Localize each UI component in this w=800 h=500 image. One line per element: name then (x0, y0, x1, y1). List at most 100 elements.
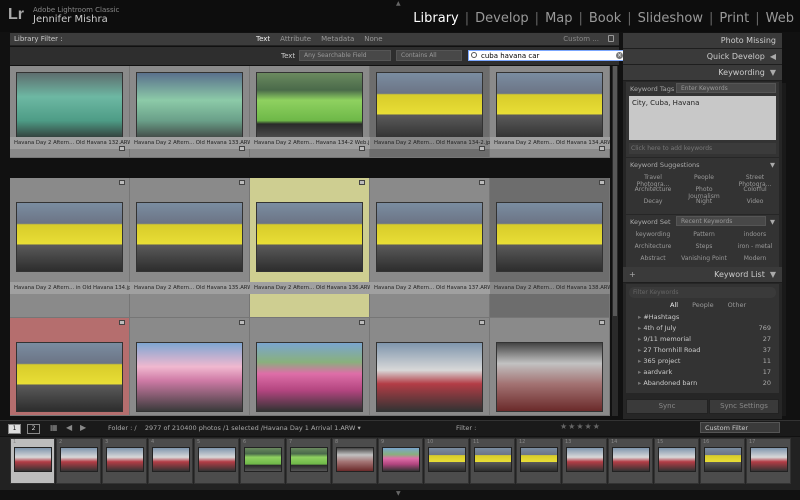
module-book[interactable]: Book (589, 11, 621, 26)
keyword-list-item[interactable]: ▸ aardvark 17 (626, 367, 779, 378)
keyword-suggestion[interactable]: People (679, 174, 729, 181)
grid-cell[interactable]: Havana Day 2 Aftern... Old Havana 132.AR… (10, 66, 130, 158)
keyword-suggestion[interactable]: Architecture (628, 186, 678, 193)
view-2-button[interactable]: 2 (27, 424, 40, 434)
search-input[interactable]: cuba havana car (468, 50, 625, 61)
grid-view-icon[interactable]: ▦ (50, 423, 58, 432)
module-develop[interactable]: Develop (475, 11, 529, 26)
keyword-set-select[interactable]: Recent Keywords (676, 216, 766, 226)
module-library[interactable]: Library (413, 11, 458, 26)
source-info[interactable]: Folder : / 2977 of 210400 photos /1 sele… (108, 424, 361, 432)
filmstrip-thumbnail[interactable]: 2 (56, 438, 101, 484)
keyword-list-item[interactable]: ▸ 27 Thornhill Road 37 (626, 345, 779, 356)
clear-search-icon[interactable]: × (616, 52, 623, 59)
filmstrip-thumbnail[interactable]: 12 (516, 438, 561, 484)
filmstrip-thumbnail[interactable]: 13 (562, 438, 607, 484)
photo-thumbnail[interactable] (376, 342, 483, 412)
keyword-list-item[interactable]: ▸ 4th of July 769 (626, 323, 779, 334)
grid-cell[interactable]: Havana Day 2 Aftern... Old Havana 138.AR… (490, 178, 610, 318)
photo-thumbnail[interactable] (16, 342, 123, 412)
custom-filter-select[interactable]: Custom Filter (700, 422, 780, 433)
photo-thumbnail[interactable] (376, 202, 483, 272)
photo-thumbnail[interactable] (136, 72, 243, 142)
filter-tab-none[interactable]: None (364, 35, 382, 43)
keyword-list-item[interactable]: ▸ Abandoned barn 20 (626, 378, 779, 389)
forward-arrow-icon[interactable]: ▶ (80, 423, 86, 432)
lock-icon[interactable] (608, 35, 614, 42)
keyword-entry-mode-select[interactable]: Enter Keywords (676, 83, 776, 93)
grid-scrollbar-thumb[interactable] (613, 66, 617, 316)
back-arrow-icon[interactable]: ◀ (66, 423, 72, 432)
photo-thumbnail[interactable] (496, 202, 603, 272)
keyword-suggestion[interactable]: Colorful (730, 186, 780, 193)
grid-cell[interactable] (250, 318, 370, 416)
keyword-set-item[interactable]: Modern (730, 255, 780, 262)
collapse-top-arrow-icon[interactable]: ▲ (396, 0, 401, 7)
keyword-list-tab-people[interactable]: People (692, 301, 714, 309)
grid-cell[interactable] (490, 318, 610, 416)
keyword-filter-input[interactable]: Filter Keywords (629, 287, 776, 298)
keyword-set-item[interactable]: Abstract (628, 255, 678, 262)
filmstrip-thumbnail[interactable]: 1 (10, 438, 55, 484)
add-keywords-input[interactable]: Click here to add keywords (629, 143, 776, 154)
filmstrip-thumbnail[interactable]: 14 (608, 438, 653, 484)
keyword-set-item[interactable]: Steps (679, 243, 729, 250)
photo-thumbnail[interactable] (256, 342, 363, 412)
expand-triangle-icon[interactable]: ▼ (770, 218, 775, 226)
module-web[interactable]: Web (766, 11, 794, 26)
searchable-field-select[interactable]: Any Searchable Field (299, 50, 391, 61)
expand-triangle-icon[interactable]: ▼ (770, 161, 775, 169)
photo-thumbnail[interactable] (496, 72, 603, 142)
filmstrip-thumbnail[interactable]: 4 (148, 438, 193, 484)
keyword-list-item[interactable]: ▸ 365 project 11 (626, 356, 779, 367)
photo-thumbnail[interactable] (496, 342, 603, 412)
photo-thumbnail[interactable] (256, 72, 363, 142)
grid-cell[interactable]: Havana Day 2 Aftern... Old Havana 134.AR… (490, 66, 610, 158)
filmstrip-thumbnail[interactable]: 8 (332, 438, 377, 484)
filter-tab-metadata[interactable]: Metadata (321, 35, 354, 43)
grid-cell[interactable]: Havana Day 2 Aftern... Old Havana 134-2.… (370, 66, 490, 158)
keyword-set-item[interactable]: Pattern (679, 231, 729, 238)
keyword-list-tab-other[interactable]: Other (728, 301, 746, 309)
keywording-header[interactable]: Keywording ▼ (623, 65, 782, 81)
rating-filter-stars[interactable]: ★★★★★ (560, 422, 601, 431)
keyword-suggestion[interactable]: Decay (628, 198, 678, 205)
keyword-list-tab-all[interactable]: All (670, 301, 678, 309)
filmstrip-thumbnail[interactable]: 6 (240, 438, 285, 484)
grid-cell[interactable]: Havana Day 2 Aftern... Old Havana 136.AR… (250, 178, 370, 318)
sync-button[interactable]: Sync (626, 399, 708, 414)
photo-thumbnail[interactable] (136, 202, 243, 272)
collapse-bottom-arrow-icon[interactable]: ▼ (396, 490, 401, 497)
filmstrip-thumbnail[interactable]: 17 (746, 438, 791, 484)
filmstrip-thumbnail[interactable]: 11 (470, 438, 515, 484)
quick-develop-header[interactable]: Quick Develop ◀ (623, 49, 782, 65)
filmstrip-thumbnail[interactable]: 15 (654, 438, 699, 484)
sync-settings-button[interactable]: Sync Settings (709, 399, 779, 414)
photo-thumbnail[interactable] (16, 202, 123, 272)
keyword-suggestion[interactable]: Video (730, 198, 780, 205)
filmstrip-thumbnail[interactable]: 5 (194, 438, 239, 484)
module-print[interactable]: Print (719, 11, 749, 26)
keyword-set-item[interactable]: Vanishing Point (679, 255, 729, 262)
keyword-set-item[interactable]: keywording (628, 231, 678, 238)
photo-missing-header[interactable]: Photo Missing (623, 33, 782, 49)
keyword-list-item[interactable]: ▸ 9/11 memorial 27 (626, 334, 779, 345)
keyword-suggestion[interactable]: Night (679, 198, 729, 205)
keyword-list-header[interactable]: + Keyword List ▼ (623, 267, 782, 283)
grid-cell[interactable]: Havana Day 2 Aftern... in Old Havana 134… (10, 178, 130, 318)
filter-preset-select[interactable]: Custom ... (563, 35, 599, 43)
right-panel-scrollbar[interactable] (782, 83, 786, 416)
grid-cell[interactable]: Havana Day 2 Aftern... Old Havana 137.AR… (370, 178, 490, 318)
filter-tab-attribute[interactable]: Attribute (280, 35, 311, 43)
keyword-list-item[interactable]: ▸ #Hashtags (626, 312, 779, 323)
filter-tab-text[interactable]: Text (256, 35, 270, 43)
module-map[interactable]: Map (545, 11, 572, 26)
grid-cell[interactable]: Havana Day 2 Aftern... Havana 134-2 Web.… (250, 66, 370, 158)
keyword-set-item[interactable]: indoors (730, 231, 780, 238)
add-keyword-icon[interactable]: + (629, 270, 636, 279)
view-1-button[interactable]: 1 (8, 424, 21, 434)
keyword-tags-field[interactable]: City, Cuba, Havana (629, 96, 776, 140)
photo-thumbnail[interactable] (376, 72, 483, 142)
filmstrip-thumbnail[interactable]: 10 (424, 438, 469, 484)
keyword-set-item[interactable]: iron - metal (730, 243, 780, 250)
